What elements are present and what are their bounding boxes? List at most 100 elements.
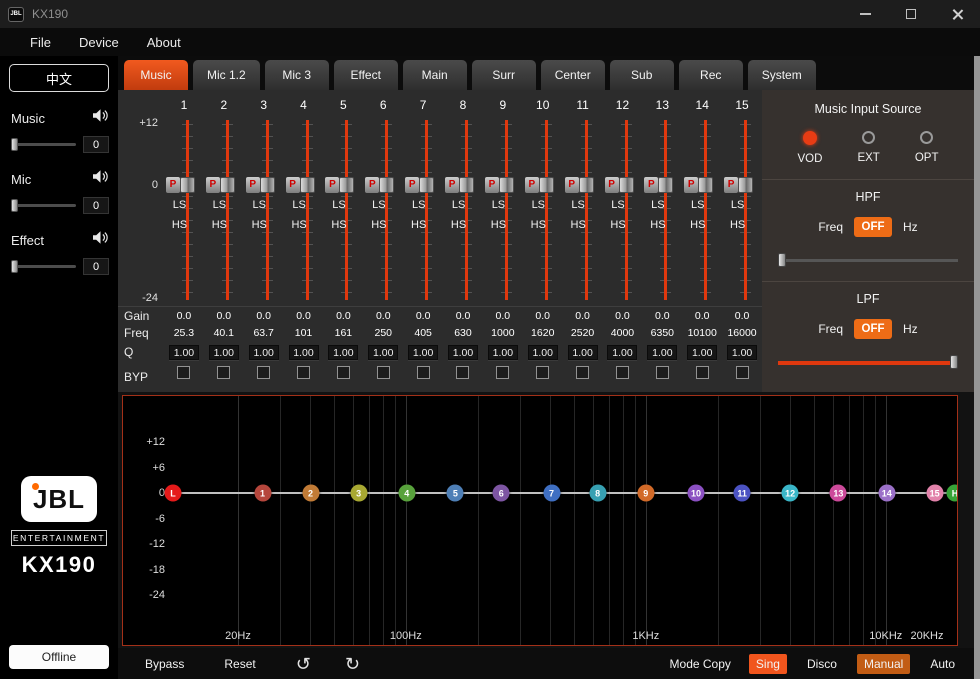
bypass-checkbox-13[interactable] — [642, 362, 682, 392]
bypass-checkbox-4[interactable] — [284, 362, 324, 392]
high-shelf-button[interactable]: HS — [323, 219, 354, 231]
low-shelf-button[interactable]: LS — [563, 199, 594, 211]
mode-auto[interactable]: Auto — [923, 654, 962, 674]
bypass-checkbox-9[interactable] — [483, 362, 523, 392]
high-shelf-button[interactable]: HS — [722, 219, 753, 231]
high-shelf-button[interactable]: HS — [443, 219, 474, 231]
bypass-button[interactable]: Bypass — [145, 657, 184, 671]
eq-point-5[interactable]: 5 — [447, 485, 464, 502]
bypass-checkbox-15[interactable] — [722, 362, 762, 392]
low-shelf-button[interactable]: LS — [483, 199, 514, 211]
eq-point-13[interactable]: 13 — [830, 485, 847, 502]
eq-point-1[interactable]: 1 — [254, 485, 271, 502]
slider-handle[interactable] — [738, 177, 753, 193]
mute-button[interactable] — [92, 230, 109, 250]
low-shelf-button[interactable]: LS — [603, 199, 634, 211]
radio-icon[interactable] — [920, 131, 933, 144]
eq-point-10[interactable]: 10 — [688, 485, 705, 502]
tab-mic-3[interactable]: Mic 3 — [265, 60, 329, 90]
radio-icon[interactable] — [862, 131, 875, 144]
peak-button[interactable]: P — [246, 177, 260, 193]
slider-handle[interactable] — [579, 177, 594, 193]
slider-handle[interactable] — [619, 177, 634, 193]
volume-slider-handle[interactable] — [11, 138, 18, 151]
bypass-checkbox-7[interactable] — [403, 362, 443, 392]
menu-device[interactable]: Device — [65, 28, 133, 56]
tab-main[interactable]: Main — [403, 60, 467, 90]
bypass-checkbox-12[interactable] — [603, 362, 643, 392]
tab-mic-1-2[interactable]: Mic 1.2 — [193, 60, 260, 90]
high-shelf-button[interactable]: HS — [682, 219, 713, 231]
tab-rec[interactable]: Rec — [679, 60, 743, 90]
high-shelf-button[interactable]: HS — [164, 219, 195, 231]
bypass-checkbox-14[interactable] — [682, 362, 722, 392]
slider-handle[interactable] — [658, 177, 673, 193]
eq-point-12[interactable]: 12 — [782, 485, 799, 502]
slider-handle[interactable] — [459, 177, 474, 193]
slider-handle[interactable] — [300, 177, 315, 193]
lpf-slider[interactable] — [778, 355, 958, 369]
tab-center[interactable]: Center — [541, 60, 605, 90]
high-shelf-button[interactable]: HS — [363, 219, 394, 231]
bypass-checkbox-6[interactable] — [363, 362, 403, 392]
undo-icon[interactable]: ↺ — [296, 655, 311, 673]
low-shelf-button[interactable]: LS — [682, 199, 713, 211]
eq-point-14[interactable]: 14 — [878, 485, 895, 502]
high-shelf-button[interactable]: HS — [642, 219, 673, 231]
volume-slider-handle[interactable] — [11, 199, 18, 212]
scrollbar[interactable] — [974, 56, 980, 679]
eq-point-2[interactable]: 2 — [302, 485, 319, 502]
mute-button[interactable] — [92, 169, 109, 189]
peak-button[interactable]: P — [724, 177, 738, 193]
volume-slider[interactable] — [11, 265, 76, 268]
peak-button[interactable]: P — [405, 177, 419, 193]
peak-button[interactable]: P — [286, 177, 300, 193]
peak-button[interactable]: P — [605, 177, 619, 193]
tab-music[interactable]: Music — [124, 60, 188, 90]
maximize-button[interactable] — [888, 0, 934, 28]
low-shelf-button[interactable]: LS — [642, 199, 673, 211]
bypass-checkbox-5[interactable] — [323, 362, 363, 392]
slider-handle[interactable] — [180, 177, 195, 193]
volume-slider-handle[interactable] — [11, 260, 18, 273]
bypass-checkbox-11[interactable] — [563, 362, 603, 392]
tab-surr[interactable]: Surr — [472, 60, 536, 90]
eq-point-6[interactable]: 6 — [493, 485, 510, 502]
eq-point-9[interactable]: 9 — [637, 485, 654, 502]
tab-system[interactable]: System — [748, 60, 816, 90]
mode-manual[interactable]: Manual — [857, 654, 910, 674]
language-button[interactable]: 中文 — [9, 64, 109, 92]
high-shelf-button[interactable]: HS — [244, 219, 275, 231]
eq-point-8[interactable]: 8 — [589, 485, 606, 502]
high-shelf-button[interactable]: HS — [523, 219, 554, 231]
high-shelf-button[interactable]: HS — [563, 219, 594, 231]
high-shelf-button[interactable]: HS — [284, 219, 315, 231]
bypass-checkbox-2[interactable] — [204, 362, 244, 392]
bypass-checkbox-3[interactable] — [244, 362, 284, 392]
eq-point-15[interactable]: 15 — [926, 485, 943, 502]
low-shelf-button[interactable]: LS — [403, 199, 434, 211]
low-shelf-button[interactable]: LS — [204, 199, 235, 211]
eq-point-4[interactable]: 4 — [398, 485, 415, 502]
source-option-opt[interactable]: OPT — [915, 131, 939, 165]
slider-handle[interactable] — [339, 177, 354, 193]
peak-button[interactable]: P — [445, 177, 459, 193]
lpf-slider-handle[interactable] — [950, 355, 958, 369]
redo-icon[interactable]: ↻ — [345, 655, 360, 673]
connection-status-button[interactable]: Offline — [9, 645, 109, 669]
minimize-button[interactable] — [842, 0, 888, 28]
mute-button[interactable] — [92, 108, 109, 128]
source-option-ext[interactable]: EXT — [857, 131, 879, 165]
peak-button[interactable]: P — [206, 177, 220, 193]
menu-about[interactable]: About — [133, 28, 195, 56]
low-shelf-button[interactable]: LS — [244, 199, 275, 211]
low-shelf-button[interactable]: LS — [722, 199, 753, 211]
peak-button[interactable]: P — [565, 177, 579, 193]
source-option-vod[interactable]: VOD — [798, 131, 823, 165]
volume-slider[interactable] — [11, 143, 76, 146]
high-shelf-button[interactable]: HS — [403, 219, 434, 231]
peak-button[interactable]: P — [525, 177, 539, 193]
hpf-toggle-button[interactable]: OFF — [854, 217, 892, 237]
bypass-checkbox-8[interactable] — [443, 362, 483, 392]
hpf-slider[interactable] — [778, 253, 958, 267]
